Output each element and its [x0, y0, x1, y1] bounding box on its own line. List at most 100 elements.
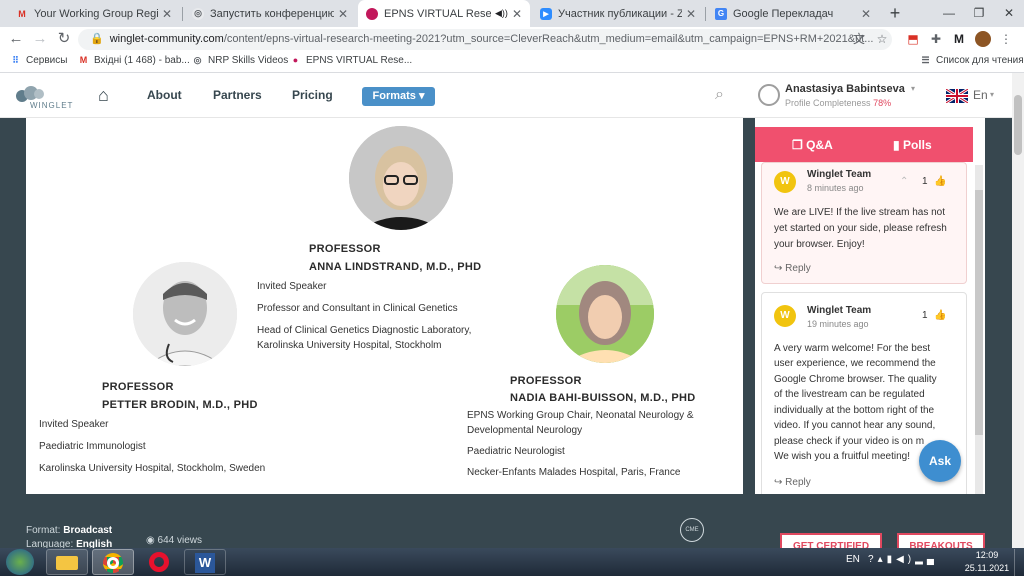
browser-tab-zoom-participant[interactable]: ▶ Участник публикации - Zoom ✕	[532, 0, 704, 27]
page-scrollbar-thumb[interactable]	[1014, 95, 1022, 155]
extensions-puzzle-icon[interactable]: ✚	[928, 31, 944, 47]
reading-list-icon: ☰	[921, 55, 930, 65]
extension-m-icon[interactable]: M	[951, 31, 967, 47]
user-name[interactable]: Anastasiya Babintseva	[785, 83, 905, 95]
author-avatar: W	[774, 305, 796, 327]
new-tab-button[interactable]: +	[884, 3, 906, 25]
profile-avatar[interactable]	[975, 31, 991, 47]
speaker-role: Paediatric Neurologist	[467, 446, 565, 457]
chat-tab-bar	[755, 127, 973, 162]
reply-button[interactable]: ↪ Reply	[774, 475, 811, 491]
speaker-title: PROFESSOR	[510, 375, 582, 387]
breakouts-button[interactable]: BREAKOUTS	[897, 533, 985, 548]
message-text: Google Chrome browser. The quality	[774, 374, 937, 385]
translate-icon: G	[715, 7, 727, 20]
close-tab-icon[interactable]: ✕	[162, 7, 172, 21]
nav-pricing[interactable]: Pricing	[292, 88, 333, 102]
reading-list[interactable]: ☰ Список для чтения	[920, 55, 1023, 66]
taskbar-opera[interactable]	[138, 549, 180, 575]
close-tab-icon[interactable]: ✕	[338, 7, 348, 21]
reload-icon[interactable]: ↻	[54, 29, 74, 49]
user-menu-caret-icon[interactable]: ▾	[911, 84, 915, 93]
search-icon[interactable]: ⌕	[715, 86, 724, 104]
speaker-affiliation: Karolinska University Hospital, Stockhol…	[39, 463, 266, 474]
get-certified-button[interactable]: GET CERTIFIED	[780, 533, 882, 548]
opera-icon	[149, 552, 169, 572]
minimize-button[interactable]: —	[934, 0, 964, 27]
speaker-photo-lindstrand	[349, 126, 453, 230]
formats-dropdown[interactable]: Formats ▾	[362, 87, 435, 106]
clock-date[interactable]: 25.11.2021	[962, 563, 1012, 573]
menu-kebab-icon[interactable]: ⋮	[998, 31, 1014, 47]
back-icon[interactable]: ←	[6, 29, 26, 49]
audio-playing-icon[interactable]: ◀))	[495, 8, 508, 19]
speaker-title: PROFESSOR	[309, 243, 381, 255]
browser-tab-gmail[interactable]: M Your Working Group Registratio ✕	[8, 0, 180, 27]
taskbar-chrome[interactable]	[92, 549, 134, 575]
tray-icons[interactable]: ?▴▮◀)▂▄	[868, 554, 938, 565]
thumbs-up-icon[interactable]: 👍	[934, 308, 946, 324]
message-text: individually at the bottom right of the	[774, 405, 935, 416]
message-text: of the livestream can be regulated	[774, 389, 925, 400]
content-margin-left	[0, 118, 26, 494]
bookmark-star-icon[interactable]: ☆	[874, 31, 890, 47]
close-window-button[interactable]: ✕	[994, 0, 1024, 27]
nav-partners[interactable]: Partners	[213, 88, 262, 102]
tab-qa[interactable]: ❐ Q&A	[792, 138, 833, 152]
close-tab-icon[interactable]: ✕	[512, 7, 522, 21]
extension-icon[interactable]: ⬒	[905, 31, 921, 47]
maximize-button[interactable]: ❐	[964, 0, 994, 27]
message-text: A very warm welcome! For the best	[774, 343, 931, 354]
user-avatar-icon[interactable]	[758, 84, 780, 106]
ask-button[interactable]: Ask	[919, 440, 961, 482]
tab-polls[interactable]: ▮ Polls	[893, 138, 932, 152]
volume-icon: ◀)	[896, 554, 916, 565]
speaker-affiliation: Necker-Enfants Malades Hospital, Paris, …	[467, 467, 681, 478]
taskbar-explorer[interactable]	[46, 549, 88, 575]
word-icon: W	[195, 553, 215, 573]
close-tab-icon[interactable]: ✕	[861, 7, 871, 21]
language-selector[interactable]: En	[973, 88, 988, 102]
home-icon[interactable]: ⌂	[98, 85, 109, 106]
apps-icon: ⠿	[12, 55, 19, 65]
eye-icon: ◉	[146, 535, 155, 546]
bookmark-gmail[interactable]: M Вхідні (1 468) - bab...	[78, 55, 190, 66]
taskbar-word[interactable]: W	[184, 549, 226, 575]
uk-flag-icon[interactable]	[945, 87, 969, 105]
nav-about[interactable]: About	[147, 88, 182, 102]
browser-tab-google-translate[interactable]: G Google Перекладач ✕	[707, 0, 879, 27]
close-tab-icon[interactable]: ✕	[686, 7, 696, 21]
translate-page-icon[interactable]: 文	[851, 31, 867, 47]
start-button[interactable]	[6, 549, 34, 575]
speaker-name: PETTER BRODIN, M.D., PHD	[102, 399, 258, 411]
bookmark-epns[interactable]: ● EPNS VIRTUAL Rese...	[290, 55, 412, 66]
reply-button[interactable]: ↪ Reply	[774, 261, 811, 277]
language-caret-icon[interactable]: ▾	[990, 90, 994, 99]
content-gutter	[743, 118, 755, 494]
bookmark-apps[interactable]: ⠿ Сервисы	[10, 55, 67, 66]
bookmark-nrp[interactable]: ◎ NRP Skills Videos	[192, 55, 289, 66]
speaker-position: Head of Clinical Genetics Diagnostic Lab…	[257, 325, 472, 336]
browser-tab-epns[interactable]: EPNS VIRTUAL Research Me ◀)) ✕	[358, 0, 530, 27]
tab-divider	[705, 7, 706, 21]
clock-time[interactable]: 12:09	[972, 550, 1002, 560]
like-count: 1	[922, 310, 928, 321]
speaker-position: EPNS Working Group Chair, Neonatal Neuro…	[467, 410, 694, 421]
message-text: video. If you cannot hear any sound,	[774, 420, 936, 431]
input-language[interactable]: EN	[846, 554, 860, 565]
chat-scrollbar-thumb[interactable]	[975, 190, 983, 435]
forward-icon[interactable]: →	[30, 29, 50, 49]
polls-icon: ▮	[893, 138, 900, 152]
thumbs-up-icon[interactable]: 👍	[934, 174, 946, 190]
profile-completeness: Profile Completeness 78%	[785, 98, 892, 108]
browser-tab-zoom-launch[interactable]: ◎ Запустить конференцию - Zoo ✕	[184, 0, 356, 27]
winglet-logo[interactable]: WINGLET	[14, 82, 72, 112]
zoom-icon: ▶	[540, 7, 552, 20]
message-time: 8 minutes ago	[807, 183, 864, 193]
show-desktop-button[interactable]	[1014, 549, 1024, 576]
signal-icon: ▂▄	[915, 554, 938, 565]
show-hidden-icon: ▴	[877, 554, 887, 565]
upvote-icon[interactable]: ⌃	[900, 174, 908, 190]
epns-icon: ●	[292, 55, 299, 65]
address-bar[interactable]: 🔒 winglet-community.com/content/epns-virt…	[78, 29, 892, 50]
